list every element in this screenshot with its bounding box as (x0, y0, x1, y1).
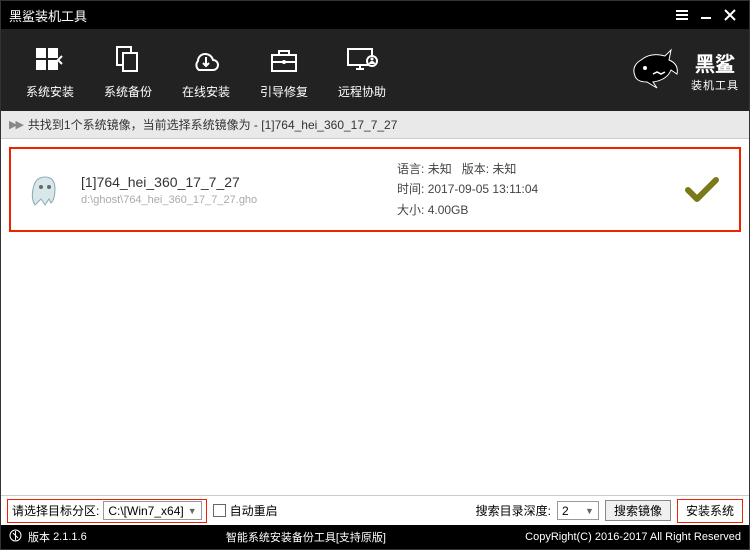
search-depth-label: 搜索目录深度: (476, 502, 551, 519)
toolbar-label: 远程协助 (338, 83, 386, 100)
boot-repair-button[interactable]: 引导修复 (245, 35, 323, 106)
search-image-button[interactable]: 搜索镜像 (605, 500, 671, 521)
image-metadata: 语言: 未知 版本: 未知 时间: 2017-09-05 13:11:04 大小… (397, 159, 538, 220)
system-install-button[interactable]: 系统安装 (11, 35, 89, 106)
close-button[interactable] (719, 4, 741, 26)
image-path: d:\ghost\764_hei_360_17_7_27.gho (81, 194, 381, 206)
version-label: 版本 (28, 529, 50, 545)
ghost-icon (23, 169, 65, 211)
info-text: 共找到1个系统镜像，当前选择系统镜像为 - [1]764_hei_360_17_… (28, 116, 397, 133)
cloud-download-icon (188, 41, 224, 79)
system-backup-button[interactable]: 系统备份 (89, 35, 167, 106)
brand-logo: 黑鲨 装机工具 (627, 46, 739, 94)
version-icon (9, 529, 22, 545)
window-title: 黑鲨装机工具 (9, 6, 669, 25)
toolbar-label: 在线安装 (182, 83, 230, 100)
target-partition-label: 请选择目标分区: (12, 502, 99, 519)
toolbar: 系统安装 系统备份 在线安装 引导修复 远程协助 黑鲨 装机工具 (1, 29, 749, 111)
copyright-text: CopyRight(C) 2016-2017 All Right Reserve… (525, 531, 741, 543)
copy-icon (111, 41, 145, 79)
minimize-button[interactable] (695, 4, 717, 26)
search-depth-select[interactable]: 2▼ (557, 501, 599, 520)
chevron-right-icon: ▶▶ (9, 118, 22, 131)
image-name: [1]764_hei_360_17_7_27 (81, 174, 381, 190)
install-system-button[interactable]: 安装系统 (682, 500, 738, 521)
brand-name: 黑鲨 (691, 48, 739, 77)
toolbar-label: 系统安装 (26, 83, 74, 100)
toolbar-label: 系统备份 (104, 83, 152, 100)
image-item-selected[interactable]: [1]764_hei_360_17_7_27 d:\ghost\764_hei_… (9, 147, 741, 232)
auto-restart-checkbox[interactable]: 自动重启 (213, 502, 278, 519)
brand-subtitle: 装机工具 (691, 77, 739, 93)
toolbox-icon (267, 41, 301, 79)
version-number: 2.1.1.6 (53, 531, 87, 543)
chevron-down-icon: ▼ (188, 506, 197, 516)
shark-icon (627, 46, 683, 94)
bottom-bar: 请选择目标分区: C:\[Win7_x64]▼ 自动重启 搜索目录深度: 2▼ … (1, 495, 749, 525)
toolbar-label: 引导修复 (260, 83, 308, 100)
info-bar: ▶▶ 共找到1个系统镜像，当前选择系统镜像为 - [1]764_hei_360_… (1, 111, 749, 139)
image-list: [1]764_hei_360_17_7_27 d:\ghost\764_hei_… (1, 139, 749, 495)
target-partition-select[interactable]: C:\[Win7_x64]▼ (103, 501, 201, 520)
status-center-text: 智能系统安装备份工具[支持原版] (87, 529, 525, 545)
checkbox-icon (213, 504, 226, 517)
remote-assist-button[interactable]: 远程协助 (323, 35, 401, 106)
titlebar: 黑鲨装机工具 (1, 1, 749, 29)
menu-button[interactable] (671, 4, 693, 26)
status-bar: 版本 2.1.1.6 智能系统安装备份工具[支持原版] CopyRight(C)… (1, 525, 749, 549)
checkmark-icon (685, 177, 719, 203)
windows-install-icon (32, 41, 68, 79)
online-install-button[interactable]: 在线安装 (167, 35, 245, 106)
chevron-down-icon: ▼ (585, 506, 594, 516)
remote-monitor-icon (344, 41, 380, 79)
